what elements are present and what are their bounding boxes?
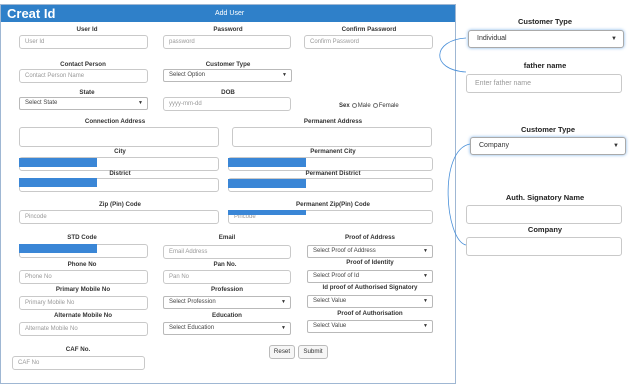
password-label: Password (213, 26, 243, 33)
alternate-mobile-input[interactable]: Alternate Mobile No (19, 322, 148, 336)
form-heading: Add User (215, 10, 245, 17)
company-input[interactable] (466, 237, 622, 256)
redaction-block (228, 210, 306, 215)
proof-of-identity-value: Select Proof of Id (313, 273, 360, 279)
male-radio[interactable] (351, 103, 357, 108)
confirm-password-label: Confirm Password (341, 26, 397, 33)
caret-down-icon: ▼ (611, 36, 617, 42)
connection-address-label: Connection Address (84, 118, 146, 125)
state-label: State (79, 89, 95, 96)
permanent-address-textarea[interactable] (232, 127, 432, 147)
female-radio[interactable] (372, 103, 378, 108)
contact-person-label: Contact Person (60, 61, 106, 68)
caret-down-icon: ▼ (423, 248, 428, 254)
customer-type-individual-select[interactable]: Individual ▼ (468, 30, 624, 48)
pan-no-label: Pan No. (213, 261, 237, 268)
user-id-input[interactable]: User Id (19, 35, 148, 49)
proof-of-identity-select[interactable]: Select Proof of Id ▼ (307, 270, 433, 283)
permanent-district-label: Permanent District (305, 170, 361, 177)
auth-signatory-name-label: Auth. Signatory Name (505, 193, 585, 202)
education-value: Select Education (169, 325, 215, 331)
caret-down-icon: ▼ (423, 273, 428, 279)
caret-down-icon: ▼ (281, 299, 286, 305)
company-label: Company (527, 225, 563, 234)
caret-down-icon: ▼ (613, 143, 619, 149)
auth-signatory-name-input[interactable] (466, 205, 622, 224)
male-option-label: Male (357, 103, 371, 110)
std-code-label: STD Code (67, 234, 97, 241)
primary-mobile-label: Primary Mobile No (55, 286, 111, 293)
confirm-password-input[interactable]: Confirm Password (304, 35, 433, 49)
caret-down-icon: ▼ (282, 72, 287, 78)
permanent-city-label: Permanent City (310, 148, 356, 155)
pan-no-input[interactable]: Pan No (163, 270, 291, 284)
redaction-block (19, 244, 97, 253)
sex-label: Sex (339, 103, 350, 110)
caret-down-icon: ▼ (281, 325, 286, 331)
submit-button[interactable]: Submit (298, 345, 328, 359)
email-input[interactable]: Email Address (163, 245, 291, 259)
connection-address-textarea[interactable] (19, 127, 219, 147)
phone-no-input[interactable]: Phone No (19, 270, 148, 284)
id-proof-auth-signatory-select[interactable]: Select Value ▼ (307, 295, 433, 308)
caret-down-icon: ▼ (138, 100, 143, 106)
alternate-mobile-label: Alternate Mobile No (53, 312, 113, 319)
customer-type-label: Customer Type (205, 61, 251, 68)
caf-no-label: CAF No. (65, 346, 91, 353)
proof-of-address-value: Select Proof of Address (313, 248, 376, 254)
state-select[interactable]: Select State ▼ (19, 97, 148, 110)
district-label: District (109, 170, 131, 177)
title-bar: Creat Id Add User (1, 5, 455, 22)
primary-mobile-input[interactable]: Primary Mobile No (19, 296, 148, 310)
caret-down-icon: ▼ (423, 298, 428, 304)
proof-of-authorisation-value: Select Value (313, 323, 347, 329)
user-id-label: User Id (76, 26, 98, 33)
redaction-block (228, 158, 306, 167)
customer-type-company-value: Company (479, 142, 509, 149)
proof-of-address-label: Proof of Address (345, 234, 395, 241)
zip-code-input[interactable]: Pincode (19, 210, 219, 224)
dob-label: DOB (221, 89, 235, 96)
customer-type-company-select[interactable]: Company ▼ (470, 137, 626, 155)
customer-type-label: Customer Type (517, 17, 573, 26)
state-value: Select State (25, 100, 58, 106)
caret-down-icon: ▼ (423, 323, 428, 329)
father-name-label: father name (523, 61, 567, 70)
profession-label: Profession (211, 286, 243, 293)
dob-input[interactable]: yyyy-mm-dd (163, 97, 291, 111)
proof-of-address-select[interactable]: Select Proof of Address ▼ (307, 245, 433, 258)
app-title: Creat Id (7, 6, 56, 21)
customer-type-label: Customer Type (520, 125, 576, 134)
education-select[interactable]: Select Education ▼ (163, 322, 291, 335)
sex-radio-group: Sex Male Female (339, 103, 399, 109)
profession-value: Select Profession (169, 299, 216, 305)
customer-type-select[interactable]: Select Option ▼ (163, 69, 292, 82)
proof-of-identity-label: Proof of Identity (346, 259, 394, 266)
permanent-address-label: Permanent Address (303, 118, 363, 125)
permanent-zip-code-label: Permanent Zip(Pin) Code (296, 201, 370, 208)
phone-no-label: Phone No (67, 261, 97, 268)
female-option-label: Female (378, 103, 399, 110)
contact-person-input[interactable]: Contact Person Name (19, 69, 148, 83)
education-label: Education (212, 312, 242, 319)
id-proof-auth-signatory-label: Id proof of Authorised Signatory (322, 284, 418, 291)
customer-type-value: Select Option (169, 72, 206, 78)
page: Creat Id Add User User Id User Id Passwo… (0, 0, 640, 384)
zip-code-label: Zip (Pin) Code (99, 201, 141, 208)
caf-no-input[interactable]: CAF No (12, 356, 145, 370)
id-proof-auth-signatory-value: Select Value (313, 298, 347, 304)
profession-select[interactable]: Select Profession ▼ (163, 296, 291, 309)
redaction-block (19, 178, 97, 187)
redaction-block (19, 158, 97, 167)
proof-of-authorisation-select[interactable]: Select Value ▼ (307, 320, 433, 333)
email-label: Email (218, 234, 236, 241)
password-input[interactable]: password (163, 35, 291, 49)
city-label: City (114, 148, 126, 155)
redaction-block (228, 179, 306, 188)
proof-of-authorisation-label: Proof of Authorisation (337, 310, 403, 317)
customer-type-individual-value: Individual (477, 35, 507, 42)
father-name-input[interactable]: Enter father name (466, 74, 622, 93)
reset-button[interactable]: Reset (269, 345, 295, 359)
